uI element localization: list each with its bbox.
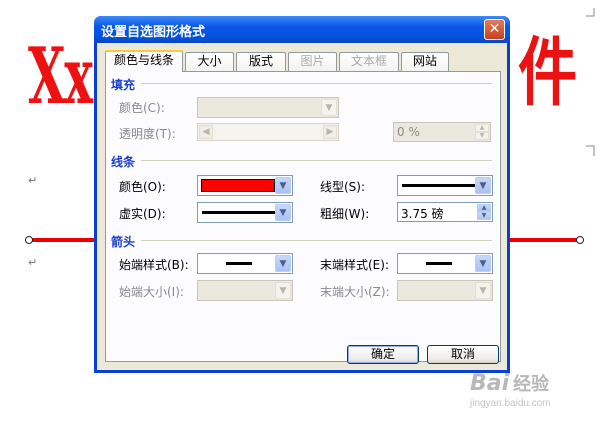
line-color-swatch [201, 179, 275, 192]
spin-up-icon: ▲ [475, 124, 489, 132]
line-color-select[interactable]: ▼ [197, 175, 293, 196]
watermark-url: jingyan.baidu.com [470, 398, 551, 409]
chevron-down-icon: ▼ [475, 255, 491, 272]
begin-size-select: ▼ [197, 280, 293, 301]
line-style-sample [402, 184, 476, 187]
close-icon: ✕ [488, 21, 501, 37]
fill-section-divider [141, 83, 492, 84]
chevron-down-icon: ▼ [275, 204, 291, 221]
chevron-down-icon: ▼ [275, 255, 291, 272]
line-section-divider [141, 160, 492, 161]
tab-layout[interactable]: 版式 [236, 52, 286, 71]
weight-spinner[interactable]: 3.75 磅 ▲ ▼ [397, 202, 493, 222]
end-size-select: ▼ [397, 280, 493, 301]
line-color-label: 颜色(O): [119, 180, 166, 194]
transparency-value: 0 % [397, 125, 420, 139]
spin-up-icon[interactable]: ▲ [477, 204, 491, 212]
dialog-body: 颜色与线条 大小 版式 图片 文本框 网站 填充 颜色(C): ▼ 透明度(T)… [97, 43, 507, 370]
begin-style-label: 始端样式(B): [119, 258, 189, 272]
ok-button[interactable]: 确定 [347, 345, 419, 364]
chevron-right-icon: ▶ [323, 125, 337, 139]
red-line-shape-right[interactable] [510, 238, 580, 242]
tab-colors-and-lines[interactable]: 颜色与线条 [105, 50, 183, 72]
page-corner-mark [586, 145, 595, 156]
chevron-down-icon: ▼ [321, 99, 337, 116]
tab-web[interactable]: 网站 [401, 52, 449, 71]
paragraph-mark: ↵ [28, 256, 38, 269]
chevron-left-icon: ◀ [199, 125, 213, 139]
begin-size-label: 始端大小(I): [119, 285, 184, 299]
line-end-handle[interactable] [576, 236, 584, 244]
spin-down-icon: ▼ [475, 132, 489, 140]
tab-size[interactable]: 大小 [185, 52, 234, 71]
spin-down-icon[interactable]: ▼ [477, 212, 491, 220]
arrows-section-title: 箭头 [111, 235, 136, 249]
tab-picture: 图片 [288, 52, 337, 71]
dialog-title: 设置自选图形格式 [101, 25, 206, 40]
cancel-button[interactable]: 取消 [427, 345, 499, 364]
begin-style-select[interactable]: ▼ [197, 253, 293, 274]
fill-color-label: 颜色(C): [119, 101, 165, 115]
red-line-shape-left[interactable] [30, 238, 94, 242]
begin-style-sample [226, 262, 252, 265]
baidu-watermark: Bai 经验 [470, 370, 549, 396]
dash-select[interactable]: ▼ [197, 202, 293, 223]
line-section-title: 线条 [111, 155, 136, 169]
end-style-select[interactable]: ▼ [397, 253, 493, 274]
watermark-sub: 经验 [512, 374, 549, 395]
end-style-label: 末端样式(E): [320, 258, 389, 272]
arrows-section-divider [141, 240, 492, 241]
dash-label: 虚实(D): [119, 207, 166, 221]
dash-style-sample [202, 211, 276, 214]
transparency-label: 透明度(T): [119, 127, 176, 141]
close-button[interactable]: ✕ [484, 19, 505, 40]
paragraph-mark: ↵ [28, 174, 38, 187]
spinner-buttons: ▲ ▼ [475, 124, 489, 140]
document-big-text-left: Xx [28, 31, 93, 122]
watermark-logo: Bai [470, 371, 510, 396]
transparency-slider: ◀ ▶ [197, 123, 339, 141]
spinner-buttons[interactable]: ▲ ▼ [477, 204, 491, 220]
chevron-down-icon: ▼ [275, 282, 291, 299]
chevron-down-icon: ▼ [475, 177, 491, 194]
fill-section-title: 填充 [111, 78, 136, 92]
chevron-down-icon: ▼ [275, 177, 291, 194]
weight-label: 粗细(W): [320, 207, 370, 221]
format-autoshape-dialog: 设置自选图形格式 ✕ 颜色与线条 大小 版式 图片 文本框 网站 填充 颜色(C… [94, 16, 510, 373]
document-big-text-right: 件 [518, 30, 578, 116]
line-style-label: 线型(S): [320, 180, 366, 194]
dialog-titlebar[interactable]: 设置自选图形格式 ✕ [94, 16, 510, 43]
weight-value[interactable]: 3.75 磅 [401, 205, 444, 222]
end-size-label: 末端大小(Z): [320, 285, 390, 299]
line-start-handle[interactable] [25, 236, 33, 244]
transparency-spinner: 0 % ▲ ▼ [393, 122, 491, 142]
end-style-sample [426, 262, 452, 265]
fill-color-select: ▼ [197, 97, 339, 118]
tab-text-box: 文本框 [339, 52, 399, 71]
page-corner-mark [586, 8, 595, 17]
line-style-select[interactable]: ▼ [397, 175, 493, 196]
chevron-down-icon: ▼ [475, 282, 491, 299]
